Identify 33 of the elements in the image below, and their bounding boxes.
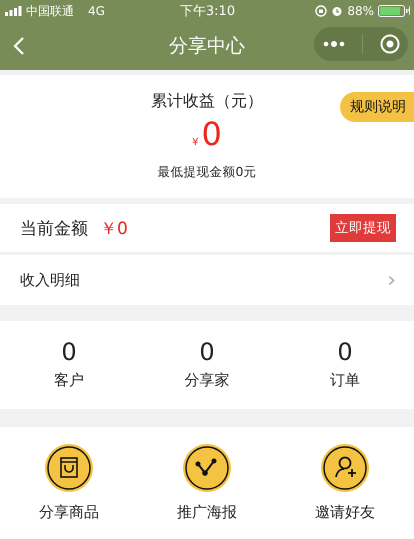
bag-icon[interactable] <box>44 443 94 493</box>
action-label[interactable]: 推广海报 <box>177 503 237 522</box>
stat-value: 0 <box>199 337 215 367</box>
more-icon[interactable] <box>322 40 344 48</box>
action-label[interactable]: 分享商品 <box>39 503 99 522</box>
alarm-icon <box>331 5 344 17</box>
balance-value: ￥0 <box>100 218 129 240</box>
minimum-note: 最低提现金额0元 <box>158 164 256 181</box>
back-icon[interactable] <box>13 36 25 56</box>
earnings-title: 累计收益（元） <box>151 91 263 112</box>
stat-label: 订单 <box>330 371 360 390</box>
rotation-lock-icon <box>315 5 328 17</box>
battery-icon <box>378 5 410 17</box>
carrier-name: 中国联通 <box>26 2 74 20</box>
stat-label: 客户 <box>54 371 84 390</box>
close-target-icon[interactable] <box>380 34 400 54</box>
signal-icon <box>5 6 22 16</box>
withdraw-button[interactable]: 立即提现 <box>330 214 396 242</box>
balance-label: 当前金额 <box>20 218 88 240</box>
share-nodes-icon[interactable] <box>182 443 232 493</box>
add-user-icon[interactable] <box>320 443 370 493</box>
stat-value: 0 <box>337 337 353 367</box>
income-detail-row[interactable]: 收入明细 › <box>0 255 414 305</box>
action-label[interactable]: 邀请好友 <box>315 503 375 522</box>
earnings-amount: 0 <box>202 114 222 155</box>
page-title: 分享中心 <box>169 34 245 59</box>
stat-value: 0 <box>61 337 77 367</box>
battery-percent: 88% <box>347 4 374 18</box>
stat-label: 分享家 <box>184 371 230 390</box>
rules-button[interactable]: 规则说明 <box>340 92 414 122</box>
clock-time: 下午3:10 <box>180 3 236 20</box>
network-type: 4G <box>88 4 105 18</box>
currency-sign: ¥ <box>192 137 198 148</box>
